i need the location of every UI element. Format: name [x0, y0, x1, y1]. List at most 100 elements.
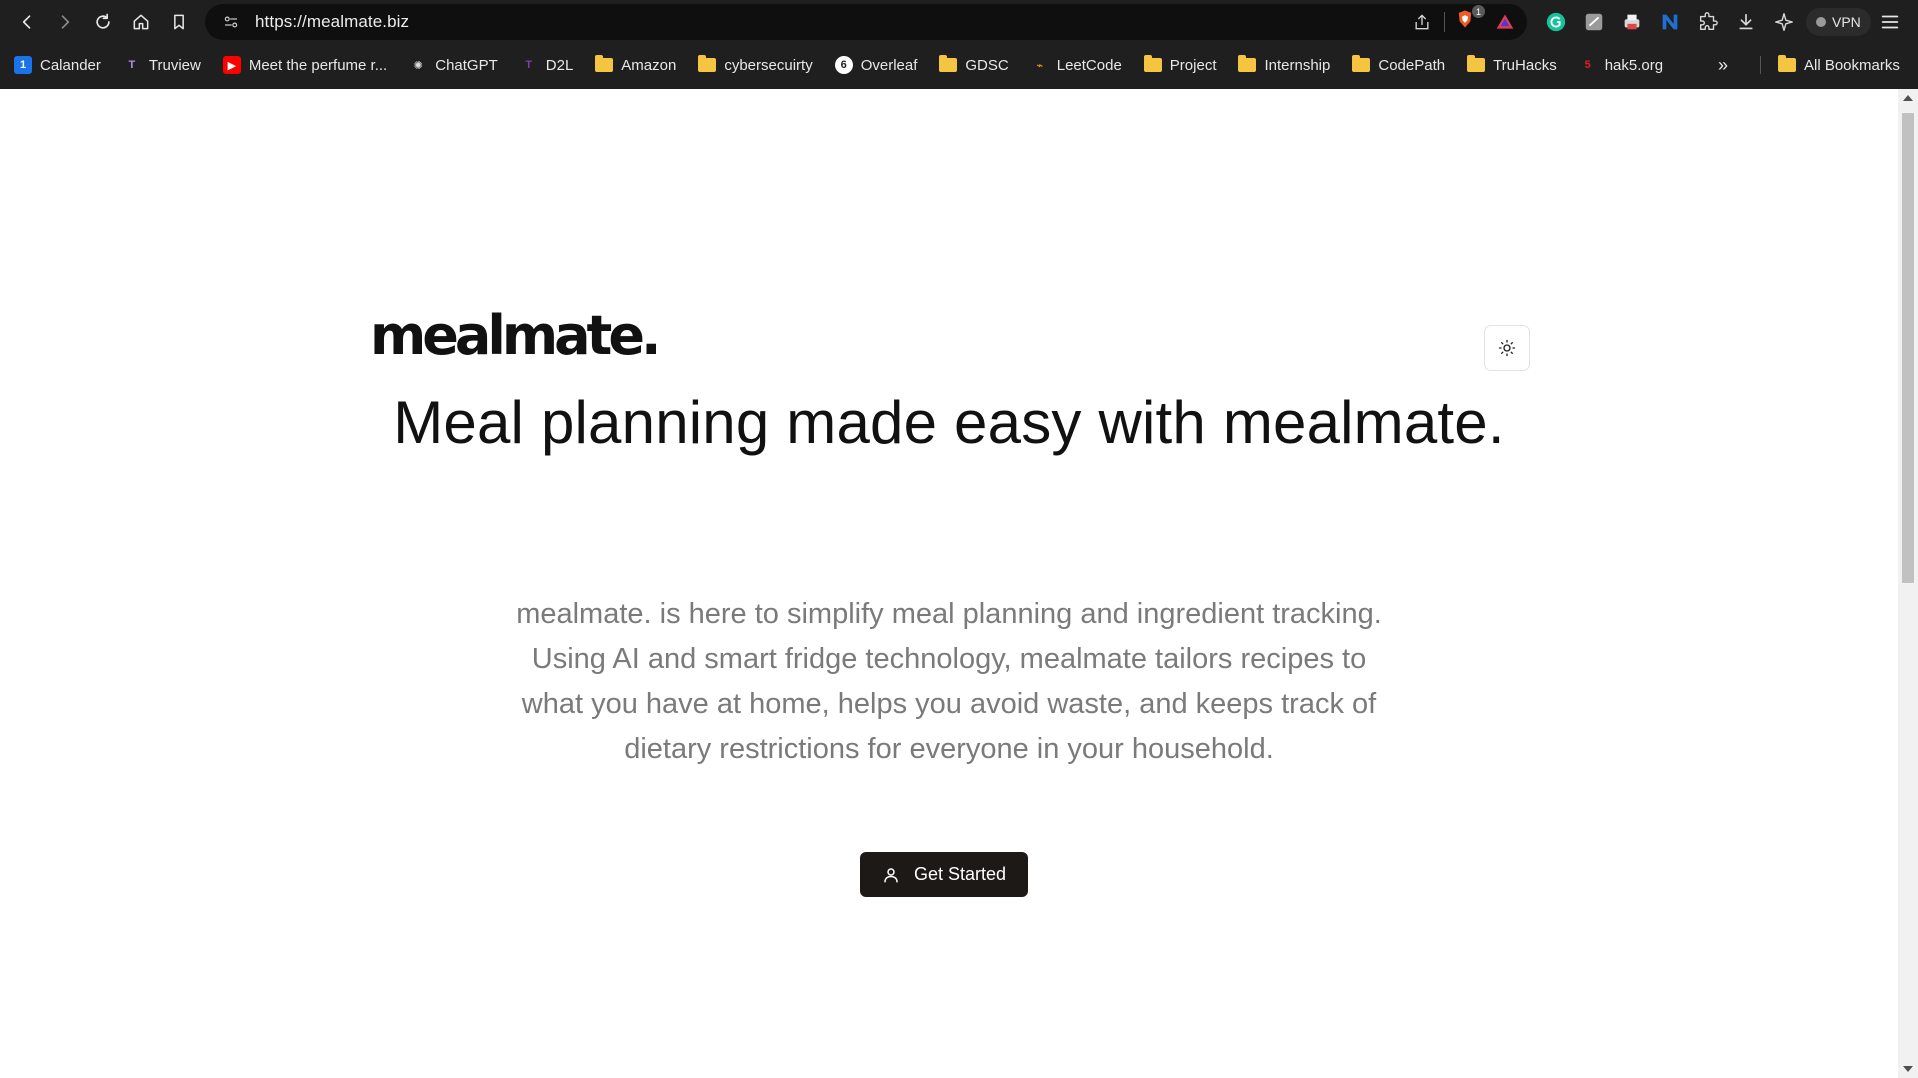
bookmark-label: Project — [1169, 56, 1217, 74]
bookmark-item[interactable]: ▶ Meet the perfume r... — [221, 51, 395, 79]
scroll-up-arrow-icon[interactable] — [1903, 95, 1913, 101]
bookmark-item[interactable]: 6 Overleaf — [833, 51, 926, 79]
vpn-label: VPN — [1832, 14, 1861, 30]
page-scrollbar[interactable] — [1898, 89, 1918, 1078]
bookmark-item[interactable]: T D2L — [518, 51, 582, 79]
bookmark-label: TruHacks — [1493, 56, 1557, 74]
download-icon — [1739, 13, 1753, 30]
hero-description: mealmate. is here to simplify meal plann… — [516, 598, 1382, 765]
d2l-icon: T — [525, 59, 533, 71]
webpage: mealmate. — [0, 89, 1898, 1078]
forward-arrow-icon — [61, 14, 70, 29]
sun-icon — [1498, 339, 1516, 357]
bookmark-label: D2L — [545, 56, 574, 74]
notes-extension[interactable] — [1578, 6, 1610, 38]
bookmark-item[interactable]: ⌁ LeetCode — [1029, 51, 1130, 79]
truview-icon: T — [128, 59, 136, 71]
address-bar[interactable]: https://mealmate.biz 1 — [205, 4, 1527, 40]
folder-icon — [1467, 55, 1486, 72]
bookmark-label: cybersecuirty — [724, 56, 813, 74]
overleaf-icon: 6 — [834, 56, 853, 74]
grammarly-extension[interactable] — [1540, 6, 1572, 38]
hamburger-menu-icon — [1881, 15, 1899, 29]
folder-icon — [1238, 55, 1257, 72]
bookmark-label: Truview — [148, 56, 201, 74]
notes-icon — [1585, 13, 1603, 31]
vpn-button[interactable]: VPN — [1806, 8, 1871, 36]
theme-toggle-button[interactable] — [1484, 325, 1530, 371]
bookmark-item[interactable]: 5 hak5.org — [1577, 51, 1671, 79]
folder-icon — [595, 55, 614, 72]
bookmark-label: GDSC — [965, 56, 1009, 74]
bookmark-item[interactable]: 1 Calander — [12, 51, 109, 79]
rewards-triangle-icon — [1496, 14, 1514, 29]
bookmark-page-button[interactable] — [160, 3, 198, 41]
printer-icon — [1624, 14, 1640, 30]
grammarly-icon — [1546, 12, 1566, 32]
browser-menu-button[interactable] — [1876, 8, 1904, 36]
user-icon — [884, 867, 898, 882]
site-settings-icon[interactable] — [213, 4, 249, 40]
bookmarks-bar: 1 Calander T Truview ▶ Meet the perfume r... ✺… — [0, 49, 1918, 81]
share-button[interactable] — [1406, 6, 1438, 38]
brave-shields-button[interactable]: 1 — [1451, 5, 1485, 38]
printer-extension[interactable] — [1616, 6, 1648, 38]
extensions-button[interactable] — [1692, 6, 1724, 38]
scroll-down-arrow-icon[interactable] — [1903, 1066, 1913, 1072]
brave-rewards-button[interactable] — [1489, 6, 1521, 38]
mealmate-logo[interactable]: mealmate. — [370, 309, 661, 363]
all-bookmarks-label: All Bookmarks — [1804, 56, 1900, 74]
bookmark-label: ChatGPT — [435, 56, 498, 74]
bookmark-icon — [174, 14, 184, 29]
url-text[interactable]: https://mealmate.biz — [255, 12, 409, 32]
leetcode-icon: ⌁ — [1036, 59, 1044, 72]
reload-button[interactable] — [84, 3, 122, 41]
leo-ai-button[interactable] — [1768, 6, 1800, 38]
calendar-icon: 1 — [14, 56, 32, 74]
back-button[interactable] — [8, 3, 46, 41]
downloads-button[interactable] — [1730, 6, 1762, 38]
n-logo-icon — [1662, 14, 1678, 30]
vpn-status-dot — [1816, 17, 1826, 27]
shield-badge: 1 — [1472, 5, 1485, 18]
bookmark-item[interactable]: GDSC — [937, 51, 1016, 79]
reload-icon — [96, 13, 110, 29]
folder-icon — [1143, 55, 1162, 72]
folder-icon — [698, 55, 717, 72]
hero-headline: Meal planning made easy with mealmate. — [393, 389, 1505, 456]
hak5-icon: 5 — [1584, 59, 1591, 71]
home-button[interactable] — [122, 3, 160, 41]
n-extension[interactable] — [1654, 6, 1686, 38]
bookmarks-overflow-button[interactable]: » — [1718, 49, 1728, 81]
chatgpt-icon: ✺ — [413, 59, 423, 72]
get-started-button[interactable]: Get Started — [860, 852, 1028, 897]
folder-icon — [1778, 55, 1796, 72]
bookmark-item[interactable]: Project — [1142, 51, 1225, 79]
youtube-icon: ▶ — [222, 56, 241, 74]
bookmark-item[interactable]: CodePath — [1350, 51, 1453, 79]
share-icon — [1415, 14, 1429, 30]
folder-icon — [1352, 55, 1371, 72]
browser-chrome: https://mealmate.biz 1 VPN 1 Calander T … — [0, 0, 1918, 89]
all-bookmarks-button[interactable]: All Bookmarks — [1778, 49, 1900, 81]
get-started-label: Get Started — [913, 864, 1007, 884]
back-arrow-icon — [22, 14, 31, 29]
extensions-area: VPN — [1540, 4, 1871, 40]
bookmark-label: Amazon — [621, 56, 677, 74]
bookmark-item[interactable]: cybersecuirty — [696, 51, 820, 79]
folder-icon — [939, 55, 958, 72]
bookmark-item[interactable]: TruHacks — [1465, 51, 1565, 79]
scrollbar-thumb[interactable] — [1902, 113, 1914, 583]
bookmark-item[interactable]: Internship — [1236, 51, 1338, 79]
bookmark-label: Internship — [1264, 56, 1331, 74]
bookmark-label: Overleaf — [860, 56, 918, 74]
bookmark-item[interactable]: Amazon — [593, 51, 684, 79]
bookmark-item[interactable]: ✺ ChatGPT — [407, 51, 506, 79]
bookmark-item[interactable]: T Truview — [121, 51, 209, 79]
forward-button[interactable] — [46, 3, 84, 41]
puzzle-icon — [1699, 12, 1718, 31]
bookmarks-divider — [1760, 56, 1761, 74]
bookmark-label: Calander — [40, 56, 101, 74]
bookmark-label: LeetCode — [1056, 56, 1122, 74]
urlbar-divider — [1444, 12, 1445, 32]
